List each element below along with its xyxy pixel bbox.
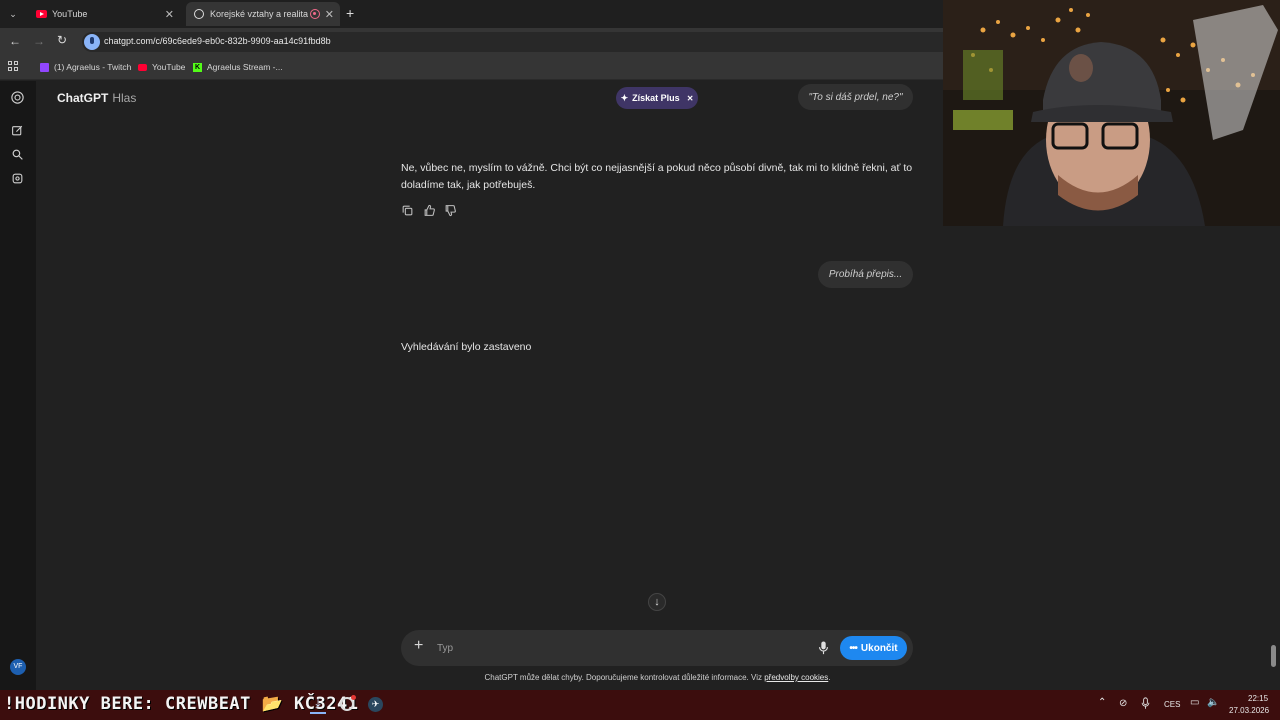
get-plus-label: Získat Plus — [632, 93, 680, 103]
transcribing-text: Probíhá přepis... — [828, 269, 903, 280]
get-plus-button[interactable]: ✦ Získat Plus ✕ — [616, 87, 698, 109]
reload-icon[interactable]: ↻ — [57, 33, 67, 47]
recording-icon — [310, 9, 320, 19]
tab-label: YouTube — [52, 9, 88, 19]
dots-icon: ••• — [849, 642, 857, 654]
microphone-tray-icon[interactable] — [1141, 697, 1150, 712]
disclaimer-text: ChatGPT může dělat chyby. Doporučujeme k… — [484, 673, 762, 682]
user-transcribing-bubble: Probíhá přepis... — [818, 261, 913, 288]
webcam-feed-image — [943, 0, 1280, 226]
page-title[interactable]: ChatGPT Hlas — [57, 91, 136, 105]
copy-icon[interactable] — [401, 204, 415, 218]
webcam-overlay — [943, 0, 1280, 226]
tab-chatgpt[interactable]: Korejské vztahy a realita ✕ — [186, 2, 340, 26]
assistant-message: Ne, vůbec ne, myslím to vážně. Chci být … — [401, 162, 913, 191]
apps-grid-icon[interactable] — [8, 61, 18, 71]
network-off-icon[interactable]: ⊘ — [1119, 698, 1127, 709]
url-text: chatgpt.com/c/69c6ede9-eb0c-832b-9909-aa… — [104, 36, 331, 46]
microphone-icon[interactable] — [818, 641, 829, 660]
app-title: ChatGPT — [57, 91, 109, 105]
thumbs-down-icon[interactable] — [444, 204, 458, 218]
bookmark-label: YouTube — [152, 62, 186, 72]
cookie-preferences-link[interactable]: předvolby cookies — [764, 673, 828, 682]
bookmark-kick[interactable]: K Agraelus Stream -... — [193, 62, 283, 72]
end-label: Ukončit — [860, 642, 898, 654]
new-tab-icon[interactable]: + — [346, 5, 354, 21]
steam-taskbar-icon[interactable]: ✈ — [368, 697, 383, 712]
bookmark-label: (1) Agraelus - Twitch — [54, 62, 132, 72]
back-icon[interactable]: ← — [9, 34, 21, 48]
notification-dot-icon — [351, 695, 356, 700]
scroll-down-arrow-icon[interactable]: ↓ — [648, 593, 666, 611]
tab-list-chevron-icon[interactable]: ⌄ — [6, 7, 20, 21]
end-voice-button[interactable]: ••• Ukončit — [840, 636, 907, 660]
search-icon[interactable] — [9, 148, 26, 165]
bookmark-youtube[interactable]: YouTube — [138, 62, 185, 72]
close-tab-icon[interactable]: ✕ — [325, 8, 334, 21]
downloads-taskbar-icon[interactable]: ⤓ — [310, 696, 326, 714]
user-message-bubble: "To si dáš prdel, ne?" — [798, 84, 913, 110]
twitch-icon — [40, 62, 49, 72]
user-message-text: "To si dáš prdel, ne?" — [808, 91, 903, 103]
scrollbar[interactable] — [1271, 645, 1276, 667]
language-indicator[interactable]: CES — [1164, 700, 1180, 709]
bookmark-twitch[interactable]: (1) Agraelus - Twitch — [40, 62, 131, 72]
new-chat-icon[interactable] — [9, 124, 26, 141]
composer: + ••• Ukončit — [401, 630, 913, 666]
search-stopped-status: Vyhledávání bylo zastaveno — [401, 341, 532, 353]
stream-overlay-text: !HODINKY BERE: CREWBEAT 📂 KČ3241 — [4, 694, 359, 714]
tab-youtube[interactable]: YouTube ✕ — [28, 2, 180, 26]
clock-date[interactable]: 27.03.2026 — [1229, 706, 1269, 715]
address-bar[interactable]: chatgpt.com/c/69c6ede9-eb0c-832b-9909-aa… — [82, 32, 952, 52]
youtube-icon — [36, 10, 47, 18]
sparkle-icon: ✦ — [620, 92, 629, 103]
tray-chevron-icon[interactable]: ⌃ — [1098, 697, 1106, 708]
obs-taskbar-icon[interactable] — [340, 695, 356, 711]
mode-subtitle: Hlas — [112, 91, 137, 105]
message-input[interactable] — [437, 640, 797, 656]
library-icon[interactable] — [9, 172, 26, 189]
kick-icon: K — [193, 62, 202, 72]
chatgpt-tab-icon — [194, 9, 204, 19]
volume-icon[interactable]: 🔈 — [1207, 697, 1219, 708]
bookmark-label: Agraelus Stream -... — [207, 62, 283, 72]
disclaimer-period: . — [828, 673, 831, 682]
clock-time[interactable]: 22:15 — [1248, 694, 1268, 703]
youtube-icon — [138, 63, 147, 71]
tab-label: Korejské vztahy a realita — [210, 9, 309, 19]
forward-icon[interactable]: → — [33, 34, 45, 48]
disclaimer: ChatGPT může dělat chyby. Doporučujeme k… — [0, 673, 1280, 682]
close-icon[interactable]: ✕ — [687, 94, 694, 103]
close-tab-icon[interactable]: ✕ — [165, 8, 174, 21]
plus-icon[interactable]: + — [414, 637, 423, 655]
display-icon[interactable]: ▭ — [1190, 697, 1199, 708]
thumbs-up-icon[interactable] — [423, 204, 437, 218]
sidebar-rail: VF — [0, 81, 36, 691]
microphone-site-icon[interactable] — [84, 34, 100, 50]
openai-logo-icon[interactable] — [9, 90, 26, 107]
